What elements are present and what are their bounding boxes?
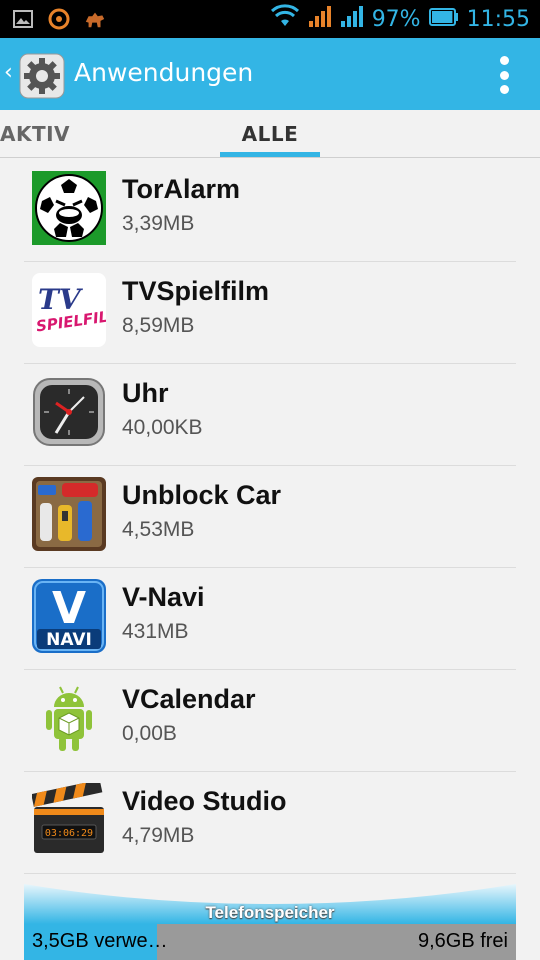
storage-label: Telefonspeicher — [205, 903, 335, 922]
app-size: 431MB — [122, 620, 189, 643]
storage-used: 3,5GB verwe… — [32, 930, 168, 952]
wifi-icon — [270, 4, 300, 34]
action-bar: ‹ Anwendungen — [0, 38, 540, 110]
signal-orange-icon — [308, 4, 332, 34]
app-list: TorAlarm 3,39MB TV SPIELFILM TVSpielfilm… — [24, 160, 516, 874]
signal-blue-icon — [340, 4, 364, 34]
status-bar: 97% 11:55 — [0, 0, 540, 38]
overflow-menu-icon[interactable] — [498, 56, 510, 94]
app-name: VCalendar — [122, 684, 256, 714]
toralarm-icon — [32, 171, 106, 245]
list-item-v-navi[interactable]: V NAVI V-Navi 431MB — [24, 568, 516, 670]
tvspielfilm-icon: TV SPIELFILM — [32, 273, 124, 347]
navi-text: NAVI — [46, 630, 92, 650]
app-size: 4,79MB — [122, 824, 195, 847]
tab-aktiv[interactable]: AKTIV — [0, 122, 70, 146]
timer-text: 03:06:29 — [45, 828, 93, 839]
back-caret-icon[interactable]: ‹ — [4, 60, 13, 85]
list-item-vcalendar[interactable]: VCalendar 0,00B — [24, 670, 516, 772]
list-item-tvspielfilm[interactable]: TV SPIELFILM TVSpielfilm 8,59MB — [24, 262, 516, 364]
list-item-toralarm[interactable]: TorAlarm 3,39MB — [24, 160, 516, 262]
android-icon — [32, 681, 106, 755]
clock-time: 11:55 — [466, 6, 530, 32]
app-name: Unblock Car — [122, 480, 282, 510]
clock-icon — [32, 375, 106, 449]
app-size: 0,00B — [122, 722, 177, 745]
v-letter: V — [52, 583, 86, 634]
unblock-car-icon — [32, 477, 106, 551]
app-size: 8,59MB — [122, 314, 195, 337]
battery-icon — [428, 7, 459, 32]
tab-bar: AKTIV ALLE — [0, 110, 540, 158]
app-name: V-Navi — [122, 582, 205, 612]
list-item-video-studio[interactable]: 03:06:29 Video Studio 4,79MB — [24, 772, 516, 874]
app-name: Uhr — [122, 378, 169, 408]
tab-alle[interactable]: ALLE — [220, 122, 320, 146]
app-name: TVSpielfilm — [122, 276, 270, 306]
app-name: Video Studio — [122, 786, 287, 816]
app-size: 40,00KB — [122, 416, 203, 439]
system-status: 97% 11:55 — [270, 4, 530, 34]
gallery-icon — [12, 8, 34, 30]
list-item-uhr[interactable]: Uhr 40,00KB — [24, 364, 516, 466]
animal-app-icon — [84, 8, 106, 30]
clapperboard-icon: 03:06:29 — [31, 779, 106, 857]
gear-icon[interactable] — [18, 52, 66, 100]
notification-icons — [12, 8, 106, 30]
storage-bar: 3,5GB verwe… 9,6GB frei — [24, 924, 516, 960]
app-size: 4,53MB — [122, 518, 195, 541]
v-navi-icon: V NAVI — [32, 579, 106, 653]
app-name: TorAlarm — [122, 174, 241, 204]
storage-free: 9,6GB frei — [417, 930, 508, 952]
orange-app-icon — [48, 8, 70, 30]
list-item-unblock-car[interactable]: Unblock Car 4,53MB — [24, 466, 516, 568]
page-title: Anwendungen — [74, 58, 254, 87]
app-size: 3,39MB — [122, 212, 195, 235]
battery-percent: 97% — [371, 6, 421, 32]
tab-selected-indicator — [220, 152, 320, 157]
